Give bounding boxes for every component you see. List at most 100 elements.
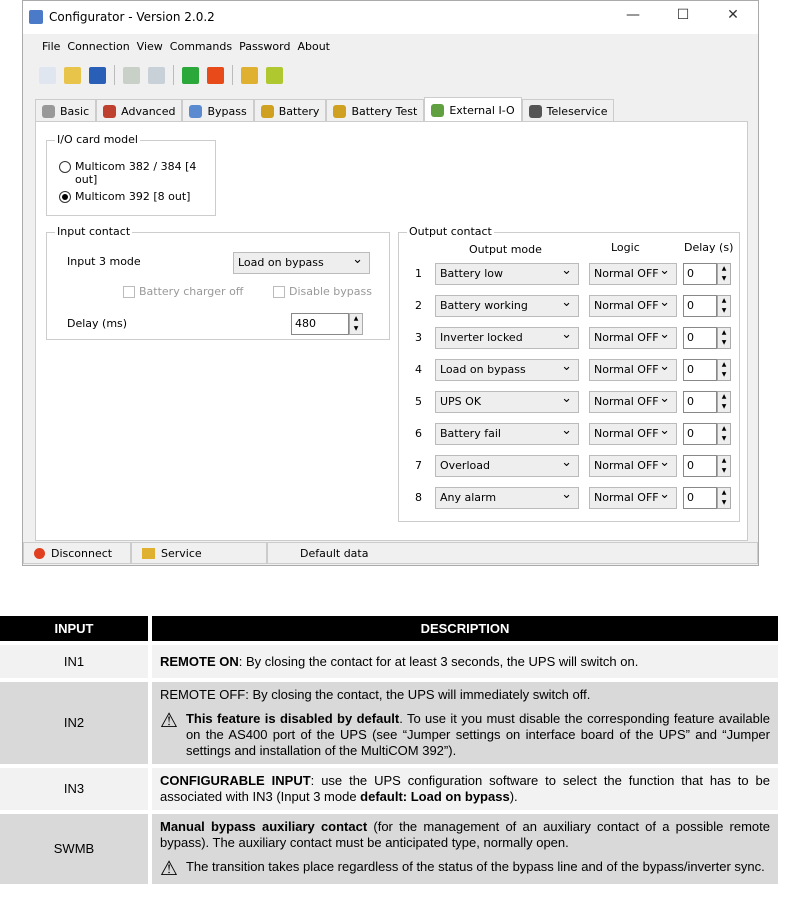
- menu-about[interactable]: About: [297, 40, 330, 53]
- menu-view[interactable]: View: [137, 40, 163, 53]
- minimize-button[interactable]: —: [618, 7, 648, 27]
- save-icon[interactable]: [89, 66, 106, 84]
- delay-input[interactable]: 0: [683, 423, 717, 445]
- open-icon[interactable]: [64, 66, 81, 84]
- read-icon[interactable]: [123, 66, 140, 84]
- new-icon[interactable]: [39, 66, 56, 84]
- delay-input[interactable]: 0: [683, 455, 717, 477]
- disconnect-button[interactable]: Disconnect: [23, 542, 131, 564]
- tab-advanced[interactable]: Advanced: [96, 99, 183, 123]
- toolbar-separator: [114, 65, 115, 85]
- close-button[interactable]: ✕: [718, 7, 748, 27]
- output-mode-select[interactable]: Inverter locked: [435, 325, 579, 349]
- delay-input[interactable]: 0: [683, 263, 717, 285]
- input-contact-legend: Input contact: [55, 225, 133, 238]
- logic-select[interactable]: Normal OFF: [589, 421, 677, 445]
- delay-input[interactable]: 0: [683, 487, 717, 509]
- maximize-button[interactable]: ☐: [668, 7, 698, 27]
- output-number: 4: [415, 363, 422, 376]
- disable-bypass-checkbox[interactable]: [273, 286, 285, 298]
- delay-spinner[interactable]: ▲ ▼: [717, 263, 731, 285]
- tab-bypass[interactable]: Bypass: [182, 99, 254, 123]
- description-cell: REMOTE OFF: By closing the contact, the …: [152, 682, 778, 764]
- delay-input[interactable]: 0: [683, 391, 717, 413]
- tab-label: External I-O: [449, 104, 515, 117]
- logic-select[interactable]: Normal OFF: [589, 389, 677, 413]
- menu-connection[interactable]: Connection: [67, 40, 129, 53]
- menu-commands[interactable]: Commands: [170, 40, 232, 53]
- output-contact-group: Output contact Output mode Logic Delay (…: [398, 225, 740, 522]
- output-mode-select[interactable]: UPS OK: [435, 389, 579, 413]
- add-key-icon[interactable]: [266, 66, 283, 84]
- io-card-radio[interactable]: [59, 191, 71, 203]
- play-icon[interactable]: [182, 66, 199, 84]
- input-cell: IN3: [0, 768, 148, 810]
- delay-label: Delay (ms): [67, 317, 128, 330]
- delay-input[interactable]: 0: [683, 295, 717, 317]
- input-cell: IN2: [0, 682, 148, 764]
- tab-icon: [431, 104, 445, 117]
- title-bar: Configurator - Version 2.0.2 — ☐ ✕: [23, 1, 758, 34]
- logic-select[interactable]: Normal OFF: [589, 357, 677, 381]
- output-mode-select[interactable]: Load on bypass: [435, 357, 579, 381]
- delay-spinner[interactable]: ▲ ▼: [717, 423, 731, 445]
- output-mode-select[interactable]: Battery low: [435, 261, 579, 285]
- tab-label: Bypass: [207, 105, 247, 118]
- output-mode-header: Output mode: [469, 243, 542, 256]
- delay-spinner[interactable]: ▲ ▼: [717, 327, 731, 349]
- tab-icon: [42, 105, 55, 118]
- io-card-radio[interactable]: [59, 161, 71, 173]
- tab-external-i-o[interactable]: External I-O: [424, 97, 522, 123]
- stop-icon[interactable]: [207, 66, 224, 84]
- tab-battery[interactable]: Battery: [253, 99, 327, 123]
- output-mode-select[interactable]: Any alarm: [435, 485, 579, 509]
- description-cell: Manual bypass auxiliary contact (for the…: [152, 814, 778, 884]
- tab-basic[interactable]: Basic: [35, 99, 97, 123]
- service-button[interactable]: Service: [131, 542, 267, 564]
- delay-header: Delay (s): [684, 241, 734, 254]
- tab-icon: [189, 105, 203, 118]
- delay-spinner[interactable]: ▲ ▼: [717, 455, 731, 477]
- logic-select[interactable]: Normal OFF: [589, 485, 677, 509]
- io-card-option-label: Multicom 392 [8 out]: [75, 190, 191, 203]
- output-number: 5: [415, 395, 422, 408]
- delay-spinner[interactable]: ▲ ▼: [717, 487, 731, 509]
- tab-icon: [260, 105, 274, 118]
- warning-icon: ⚠: [160, 858, 178, 880]
- table-row: IN3 CONFIGURABLE INPUT: use the UPS confi…: [0, 768, 778, 810]
- delay-spinner[interactable]: ▲ ▼: [717, 391, 731, 413]
- menu-file[interactable]: File: [42, 40, 60, 53]
- logic-select[interactable]: Normal OFF: [589, 453, 677, 477]
- table-row: IN1 REMOTE ON: By closing the contact for…: [0, 645, 778, 678]
- io-card-legend: I/O card model: [55, 133, 140, 146]
- delay-input[interactable]: 0: [683, 359, 717, 381]
- output-number: 1: [415, 267, 422, 280]
- logic-select[interactable]: Normal OFF: [589, 261, 677, 285]
- battery-charger-off-checkbox[interactable]: [123, 286, 135, 298]
- output-number: 2: [415, 299, 422, 312]
- key-icon[interactable]: [241, 66, 258, 84]
- tab-battery-test[interactable]: Battery Test: [326, 99, 425, 123]
- configurator-window: Configurator - Version 2.0.2 — ☐ ✕ File C…: [22, 0, 759, 566]
- write-icon[interactable]: [148, 66, 165, 84]
- logic-header: Logic: [611, 241, 640, 254]
- delay-input[interactable]: 0: [683, 327, 717, 349]
- output-mode-select[interactable]: Battery working: [435, 293, 579, 317]
- toolbar-separator: [232, 65, 233, 85]
- menu-password[interactable]: Password: [239, 40, 290, 53]
- delay-spinner[interactable]: ▲ ▼: [717, 295, 731, 317]
- output-number: 6: [415, 427, 422, 440]
- tab-label: Basic: [60, 105, 90, 118]
- output-mode-select[interactable]: Battery fail: [435, 421, 579, 445]
- delay-ms-spinner[interactable]: ▲ ▼: [349, 313, 363, 335]
- tab-teleservice[interactable]: Teleservice: [521, 99, 615, 123]
- delay-ms-input[interactable]: 480: [291, 313, 349, 335]
- logic-select[interactable]: Normal OFF: [589, 293, 677, 317]
- output-mode-select[interactable]: Overload: [435, 453, 579, 477]
- input3-mode-select[interactable]: Load on bypass: [233, 250, 370, 274]
- table-row: SWMB Manual bypass auxiliary contact (for…: [0, 814, 778, 884]
- logic-select[interactable]: Normal OFF: [589, 325, 677, 349]
- io-card-option-label: Multicom 382 / 384 [4 out]: [75, 160, 197, 186]
- input3-mode-label: Input 3 mode: [67, 255, 141, 268]
- delay-spinner[interactable]: ▲ ▼: [717, 359, 731, 381]
